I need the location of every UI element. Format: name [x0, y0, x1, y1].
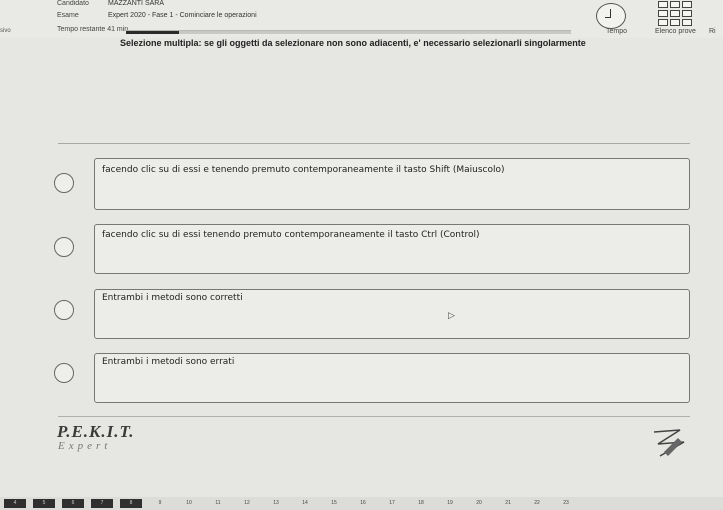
candidate-name: MAZZANTI SARA [108, 0, 165, 7]
radio-button[interactable] [54, 300, 74, 320]
question-nav-item[interactable]: 15 [323, 499, 345, 508]
answer-text: Entrambi i metodi sono errati [102, 357, 235, 367]
question-nav-item[interactable]: 10 [178, 499, 200, 508]
question-nav-item[interactable]: 7 [91, 499, 113, 508]
question-nav-item[interactable]: 22 [526, 499, 548, 508]
exam-value: Expert 2020 - Fase 1 - Cominciare le ope… [108, 12, 257, 19]
question-title: Selezione multipla: se gli oggetti da se… [120, 38, 586, 48]
pen-icon[interactable] [650, 426, 690, 460]
pekit-logo: P.E.K.I.T. [57, 422, 135, 441]
question-nav-item[interactable]: 17 [381, 499, 403, 508]
question-nav-item[interactable]: 20 [468, 499, 490, 508]
timer-icon[interactable] [596, 3, 626, 29]
question-nav-item[interactable]: 14 [294, 499, 316, 508]
question-nav-item[interactable]: 23 [555, 499, 577, 508]
exam-label: Esame [57, 12, 79, 19]
mouse-cursor-icon: ▷ [448, 310, 455, 320]
question-nav-item[interactable]: 13 [265, 499, 287, 508]
pekit-logo-subtitle: Expert [58, 440, 112, 452]
question-nav-item[interactable]: 6 [62, 499, 84, 508]
question-nav-item[interactable]: 8 [120, 499, 142, 508]
time-progress-fill [126, 31, 180, 34]
question-nav-item[interactable]: 4 [4, 499, 26, 508]
time-button-label[interactable]: Tempo [606, 28, 627, 35]
question-nav-item[interactable]: 16 [352, 499, 374, 508]
time-progress-bar [126, 30, 571, 34]
previous-button[interactable]: sivo [0, 28, 14, 38]
question-navigation-bar: 4 5 6 7 8 9 10 11 12 13 14 15 16 17 18 19 20 21 22 23 [0, 497, 723, 510]
radio-button[interactable] [54, 237, 74, 257]
question-grid-icon[interactable] [657, 0, 697, 30]
answer-option-1[interactable]: facendo clic su di essi e tenendo premut… [54, 158, 691, 210]
divider [58, 143, 690, 144]
question-nav-item[interactable]: 9 [149, 499, 171, 508]
footer-divider [58, 416, 690, 417]
time-left: Tempo restante 41 min. [57, 26, 131, 33]
list-button-label[interactable]: Elenco prove [655, 28, 696, 35]
exam-header: Candidato MAZZANTI SARA Esame Expert 202… [0, 0, 723, 38]
answer-text: facendo clic su di essi tenendo premuto … [102, 230, 480, 240]
answer-option-2[interactable]: facendo clic su di essi tenendo premuto … [54, 224, 691, 274]
question-nav-item[interactable]: 12 [236, 499, 258, 508]
radio-button[interactable] [54, 363, 74, 383]
question-nav-item[interactable]: 19 [439, 499, 461, 508]
question-nav-item[interactable]: 21 [497, 499, 519, 508]
question-nav-item[interactable]: 11 [207, 499, 229, 508]
answer-option-3[interactable]: Entrambi i metodi sono corretti [54, 289, 691, 339]
answer-text: Entrambi i metodi sono corretti [102, 293, 243, 303]
next-button-label[interactable]: Ri [709, 28, 716, 35]
radio-button[interactable] [54, 173, 74, 193]
answer-option-4[interactable]: Entrambi i metodi sono errati [54, 353, 691, 403]
question-nav-item[interactable]: 5 [33, 499, 55, 508]
answer-text: facendo clic su di essi e tenendo premut… [102, 165, 505, 175]
question-nav-item[interactable]: 18 [410, 499, 432, 508]
candidate-label: Candidato [57, 0, 89, 7]
